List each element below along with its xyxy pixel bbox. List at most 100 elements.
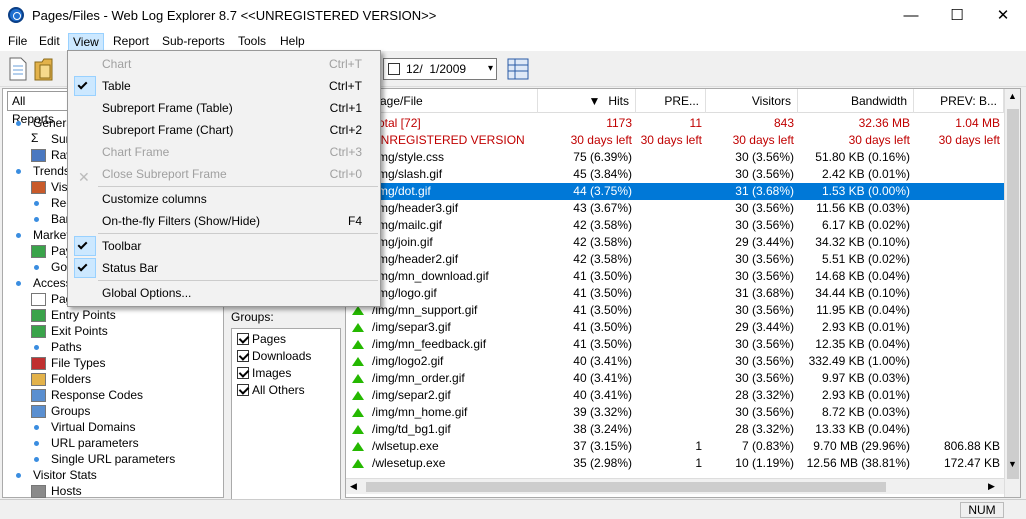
table-row[interactable]: /wlsetup.exe 37 (3.15%) 1 7 (0.83%) 9.70 MB …	[346, 438, 1006, 455]
group-pages[interactable]: Pages	[237, 331, 286, 347]
table-icon	[31, 149, 46, 162]
table-row[interactable]: /img/header3.gif 43 (3.67%) 30 (3.56%) 11.5…	[346, 200, 1006, 217]
group-images[interactable]: Images	[237, 365, 291, 381]
date-picker[interactable]: 12/ 1/2009 ▾	[383, 58, 497, 80]
checkbox-icon[interactable]	[237, 384, 249, 396]
menu-file[interactable]: File	[4, 33, 31, 51]
cell-prev-hits: 1	[695, 439, 702, 453]
table-row[interactable]: /img/style.css 75 (6.39%) 30 (3.56%) 51.80 …	[346, 149, 1006, 166]
cell-prev-bandwidth	[914, 200, 1004, 217]
cell-page: /img/mn_download.gif	[372, 269, 489, 283]
close-button[interactable]: ✕	[980, 0, 1026, 31]
chevron-down-icon[interactable]: ▾	[488, 59, 493, 79]
cell-bandwidth: 6.17 KB (0.02%)	[821, 218, 910, 232]
table-row[interactable]: /img/mn_order.gif 40 (3.41%) 30 (3.56%) 9.9…	[346, 370, 1006, 387]
scroll-left-arrow[interactable]: ◀	[350, 481, 357, 492]
col-visitors[interactable]: Visitors	[706, 89, 798, 113]
view-global-options-item[interactable]: Global Options...	[70, 282, 378, 304]
menu-subreports[interactable]: Sub-reports	[158, 33, 229, 51]
group-label: Downloads	[252, 349, 312, 363]
col-prev-bandwidth[interactable]: PREV: B...	[914, 89, 1004, 113]
cell-prev-hits	[636, 370, 706, 387]
table-row[interactable]: /img/separ2.gif 40 (3.41%) 28 (3.32%) 2.93 …	[346, 387, 1006, 404]
cell-page: /wlsetup.exe	[372, 439, 439, 453]
table-row[interactable]: /img/mailc.gif 42 (3.58%) 30 (3.56%) 6.17 K…	[346, 217, 1006, 234]
vertical-scroll-thumb[interactable]	[1007, 109, 1019, 479]
cell-page: Total [72]	[372, 116, 421, 130]
checkbox-icon[interactable]	[237, 333, 249, 345]
group-label: All Others	[252, 383, 305, 397]
cell-bandwidth: 11.56 KB (0.03%)	[816, 201, 910, 215]
date-checkbox[interactable]	[388, 63, 400, 75]
menu-separator	[98, 233, 378, 234]
menu-separator	[98, 280, 378, 281]
open-log-icon[interactable]	[32, 56, 56, 82]
table-row[interactable]: /img/mn_download.gif 41 (3.50%) 30 (3.56%)…	[346, 268, 1006, 285]
table-header: Page/File ▼ Hits PRE... Visitors Bandwidt…	[346, 89, 1020, 113]
table-row[interactable]: /img/mn_support.gif 41 (3.50%) 30 (3.56%) 1…	[346, 302, 1006, 319]
cell-bandwidth: 8.72 KB (0.03%)	[821, 405, 910, 419]
table-row[interactable]: /img/mn_home.gif 39 (3.32%) 30 (3.56%) 8.72…	[346, 404, 1006, 421]
cell-prev-hits	[636, 217, 706, 234]
view-subreport-chart-item[interactable]: Subreport Frame (Chart) Ctrl+2	[70, 119, 378, 141]
cell-hits: 1173	[606, 116, 632, 130]
cell-bandwidth: 32.36 MB	[858, 116, 910, 130]
maximize-button[interactable]: ☐	[934, 0, 980, 31]
horizontal-scroll-thumb[interactable]	[366, 482, 886, 492]
cell-prev-bandwidth	[914, 234, 1004, 251]
cell-hits: 45 (3.84%)	[573, 167, 632, 181]
table-row[interactable]: /img/join.gif 42 (3.58%) 29 (3.44%) 34.32 K…	[346, 234, 1006, 251]
cell-hits: 37 (3.15%)	[573, 439, 632, 453]
col-bandwidth[interactable]: Bandwidth	[798, 89, 914, 113]
menu-tools[interactable]: Tools	[234, 33, 270, 51]
view-subreport-table-item[interactable]: Subreport Frame (Table) Ctrl+1	[70, 97, 378, 119]
view-customize-columns-item[interactable]: Customize columns	[70, 188, 378, 210]
scroll-right-arrow[interactable]: ▶	[988, 481, 995, 492]
table-row[interactable]: /img/separ3.gif 41 (3.50%) 29 (3.44%) 2.93 …	[346, 319, 1006, 336]
view-chart-item: Chart Ctrl+T	[70, 53, 378, 75]
group-all-others[interactable]: All Others	[237, 382, 305, 398]
table-row[interactable]: /img/logo.gif 41 (3.50%) 31 (3.68%) 34.44 K…	[346, 285, 1006, 302]
table-row[interactable]: /wlesetup.exe 35 (2.98%) 1 10 (1.19%) 12.56 …	[346, 455, 1006, 472]
menu-edit[interactable]: Edit	[35, 33, 64, 51]
menu-item-label: Status Bar	[102, 261, 159, 275]
table-row[interactable]: /img/slash.gif 45 (3.84%) 30 (3.56%) 2.42 K…	[346, 166, 1006, 183]
trend-up-icon	[352, 357, 364, 366]
menu-report[interactable]: Report	[109, 33, 153, 51]
columns-icon[interactable]	[506, 56, 530, 82]
view-status-bar-item[interactable]: Status Bar	[70, 257, 378, 279]
view-table-item[interactable]: Table Ctrl+T	[70, 75, 378, 97]
table-row[interactable]: /img/dot.gif 44 (3.75%) 31 (3.68%) 1.53 KB …	[346, 183, 1006, 200]
cell-bandwidth: 1.53 KB (0.00%)	[821, 184, 910, 198]
table-row[interactable]: /img/header2.gif 42 (3.58%) 30 (3.56%) 5.51…	[346, 251, 1006, 268]
minimize-button[interactable]: —	[888, 0, 934, 31]
table-row[interactable]: /img/logo2.gif 40 (3.41%) 30 (3.56%) 332.49…	[346, 353, 1006, 370]
menu-separator	[98, 186, 378, 187]
table-row[interactable]: /img/td_bg1.gif 38 (3.24%) 28 (3.32%) 13.33…	[346, 421, 1006, 438]
view-filters-item[interactable]: On-the-fly Filters (Show/Hide) F4	[70, 210, 378, 232]
bullet-icon	[34, 201, 39, 206]
unregistered-row[interactable]: UNREGISTERED VERSION 30 days left 30 days …	[346, 132, 1006, 149]
group-downloads[interactable]: Downloads	[237, 348, 311, 364]
scroll-up-arrow[interactable]: ▲	[1008, 91, 1017, 101]
cell-page: /img/mn_home.gif	[372, 405, 468, 419]
cell-prev-bandwidth	[914, 302, 1004, 319]
cell-prev-hits	[636, 319, 706, 336]
vertical-scrollbar[interactable]: ▲ ▼	[1004, 89, 1020, 497]
cell-page: /img/separ2.gif	[372, 388, 451, 402]
menu-help[interactable]: Help	[276, 33, 309, 51]
scroll-down-arrow[interactable]: ▼	[1008, 459, 1017, 469]
view-toolbar-item[interactable]: Toolbar	[70, 235, 378, 257]
new-report-icon[interactable]	[6, 56, 30, 82]
menu-view[interactable]: View	[68, 33, 104, 51]
tab-all-reports[interactable]: All Reports	[7, 91, 69, 126]
checkbox-icon[interactable]	[237, 367, 249, 379]
total-row[interactable]: Total [72] 1173 11 843 32.36 MB 1.04 MB	[346, 115, 1006, 132]
horizontal-scrollbar[interactable]: ◀ ▶	[346, 478, 1004, 494]
checkbox-icon[interactable]	[237, 350, 249, 362]
col-hits[interactable]: ▼ Hits	[538, 89, 636, 113]
table-row[interactable]: /img/mn_feedback.gif 41 (3.50%) 30 (3.56%)…	[346, 336, 1006, 353]
col-prev-hits[interactable]: PRE...	[636, 89, 706, 113]
cell-prev-bandwidth	[914, 336, 1004, 353]
groups-list: Pages Downloads Images All Others	[231, 328, 341, 500]
